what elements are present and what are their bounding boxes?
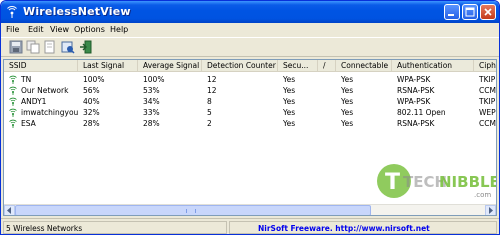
copy-icon[interactable] — [26, 40, 40, 54]
horizontal-scrollbar[interactable] — [4, 204, 496, 215]
cell-cipher: TKIP — [479, 75, 496, 84]
cell-average-signal: 100% — [143, 75, 165, 84]
cell-authentication: WPA-PSK — [397, 75, 431, 84]
menu-options[interactable]: Options — [74, 25, 105, 34]
cell-ssid: Our Network — [21, 86, 69, 95]
maximize-button[interactable] — [462, 4, 478, 20]
column-connectable[interactable]: Connectable — [336, 60, 392, 72]
list-header: SSID Last Signal Average Signal Detectio… — [4, 60, 496, 72]
cell-last-signal: 28% — [83, 119, 100, 128]
minimize-button[interactable] — [444, 4, 460, 20]
cell-last-signal: 56% — [83, 86, 100, 95]
wifi-antenna-icon — [7, 6, 17, 18]
cell-average-signal: 28% — [143, 119, 160, 128]
properties-icon[interactable] — [61, 40, 75, 54]
table-row[interactable]: Our Network 56% 53% 12 Yes Yes RSNA-PSK … — [4, 85, 496, 96]
column-ssid[interactable]: SSID — [4, 60, 78, 72]
cell-ssid: TN — [21, 75, 32, 84]
technibble-watermark: T TECH NIBBLE .com — [377, 164, 496, 199]
cell-connectable: Yes — [341, 75, 354, 84]
cell-cipher: CCMP — [479, 119, 496, 128]
cell-connectable: Yes — [341, 97, 354, 106]
column-authentication[interactable]: Authentication — [392, 60, 474, 72]
menu-edit[interactable]: Edit — [28, 25, 44, 34]
table-row[interactable]: TN 100% 100% 12 Yes Yes WPA-PSK TKIP — [4, 74, 496, 85]
menu-bar: File Edit View Options Help — [1, 23, 499, 37]
cell-security: Yes — [283, 119, 296, 128]
window-title: WirelessNetView — [23, 5, 131, 18]
column-average-signal[interactable]: Average Signal — [138, 60, 202, 72]
cell-security: Yes — [283, 75, 296, 84]
cell-detection-counter: 5 — [207, 108, 212, 117]
column-sort-indicator[interactable]: / — [318, 60, 336, 72]
watermark-brand-part2: NIBBLE — [439, 173, 496, 191]
cell-cipher: TKIP — [479, 97, 496, 106]
cell-authentication: RSNA-PSK — [397, 119, 435, 128]
cell-cipher: WEP — [479, 108, 496, 117]
menu-help[interactable]: Help — [110, 25, 128, 34]
exit-icon[interactable] — [79, 40, 93, 54]
cell-last-signal: 32% — [83, 108, 100, 117]
status-bar: 5 Wireless Networks NirSoft Freeware. ht… — [1, 218, 499, 234]
cell-average-signal: 34% — [143, 97, 160, 106]
column-cipher[interactable]: Ciphe — [474, 60, 496, 72]
scroll-thumb[interactable] — [15, 205, 371, 215]
scroll-grip — [186, 209, 196, 213]
watermark-brand-initial: T — [385, 170, 400, 195]
cell-last-signal: 40% — [83, 97, 100, 106]
watermark-domain: .com — [474, 191, 491, 199]
cell-authentication: RSNA-PSK — [397, 86, 435, 95]
cell-cipher: CCMP — [479, 86, 496, 95]
menu-view[interactable]: View — [50, 25, 69, 34]
html-report-icon[interactable] — [43, 40, 57, 54]
cell-security: Yes — [283, 108, 296, 117]
cell-authentication: WPA-PSK — [397, 97, 431, 106]
cell-detection-counter: 2 — [207, 119, 212, 128]
save-icon[interactable] — [9, 40, 23, 54]
arrow-right-icon — [489, 207, 493, 214]
app-window: WirelessNetView File Edit View Options H… — [0, 0, 500, 235]
cell-average-signal: 33% — [143, 108, 160, 117]
cell-last-signal: 100% — [83, 75, 105, 84]
close-icon — [484, 8, 492, 16]
cell-ssid: ESA — [21, 119, 36, 128]
column-security[interactable]: Secu... — [278, 60, 318, 72]
cell-ssid: imwatchingyou — [21, 108, 78, 117]
networks-list[interactable]: SSID Last Signal Average Signal Detectio… — [3, 59, 497, 216]
cell-authentication: 802.11 Open — [397, 108, 446, 117]
cell-ssid: ANDY1 — [21, 97, 47, 106]
maximize-icon — [465, 7, 475, 17]
nirsoft-link[interactable]: NirSoft Freeware. http://www.nirsoft.net — [229, 221, 497, 234]
menu-file[interactable]: File — [6, 25, 19, 34]
table-row[interactable]: ANDY1 40% 34% 8 Yes Yes WPA-PSK TKIP — [4, 96, 496, 107]
table-row[interactable]: imwatchingyou 32% 33% 5 Yes Yes 802.11 O… — [4, 107, 496, 118]
title-bar[interactable]: WirelessNetView — [1, 1, 499, 23]
status-network-count: 5 Wireless Networks — [3, 221, 227, 234]
cell-security: Yes — [283, 86, 296, 95]
close-button[interactable] — [480, 4, 496, 20]
cell-connectable: Yes — [341, 86, 354, 95]
cell-detection-counter: 12 — [207, 75, 217, 84]
cell-detection-counter: 8 — [207, 97, 212, 106]
cell-connectable: Yes — [341, 119, 354, 128]
cell-detection-counter: 12 — [207, 86, 217, 95]
column-last-signal[interactable]: Last Signal — [78, 60, 138, 72]
scroll-right-button[interactable] — [485, 205, 496, 215]
minimize-icon — [448, 14, 454, 16]
table-row[interactable]: ESA 28% 28% 2 Yes Yes RSNA-PSK CCMP — [4, 118, 496, 129]
cell-connectable: Yes — [341, 108, 354, 117]
scroll-left-button[interactable] — [4, 205, 15, 215]
column-detection-counter[interactable]: Detection Counter — [202, 60, 278, 72]
arrow-left-icon — [7, 207, 11, 214]
cell-average-signal: 53% — [143, 86, 160, 95]
cell-security: Yes — [283, 97, 296, 106]
toolbar — [1, 37, 499, 57]
